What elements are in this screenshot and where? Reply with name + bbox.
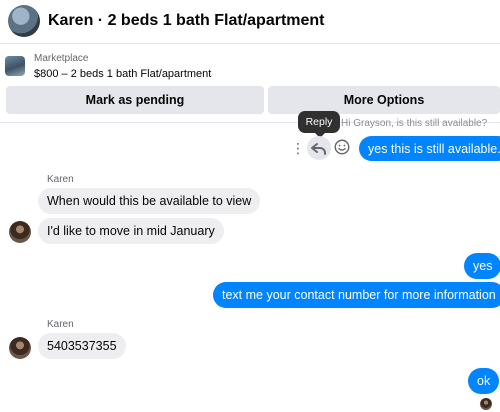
message-bubble-incoming[interactable]: When would this be available to view (38, 188, 261, 214)
listing-category: Marketplace (34, 53, 89, 64)
reply-icon[interactable] (307, 136, 331, 160)
listing-thumbnail[interactable] (5, 56, 25, 76)
message-bubble-outgoing[interactable]: text me your contact number for more inf… (213, 282, 500, 308)
message-bubble-outgoing[interactable]: ok (468, 368, 500, 394)
reply-tooltip: Reply (298, 111, 340, 138)
marketplace-listing[interactable]: Marketplace $800 – 2 beds 1 bath Flat/ap… (0, 48, 500, 86)
contact-avatar-small[interactable] (9, 337, 31, 359)
message-bubble-outgoing[interactable]: yes (464, 253, 500, 279)
chat-header: Karen · 2 beds 1 bath Flat/apartment (0, 0, 500, 44)
more-options-button[interactable]: More Options (268, 86, 500, 114)
sender-name: Karen (47, 319, 74, 330)
listing-title[interactable]: $800 – 2 beds 1 bath Flat/apartment (34, 68, 211, 80)
message-bubble-outgoing[interactable]: yes this is still available. (359, 136, 500, 161)
seen-avatar (480, 398, 492, 410)
listing-actions: Mark as pending More Options (0, 86, 500, 114)
quoted-message: Hi Grayson, is this still available? (341, 118, 488, 129)
mark-as-pending-button[interactable]: Mark as pending (6, 86, 264, 114)
contact-avatar[interactable] (8, 5, 40, 37)
message-bubble-incoming[interactable]: I'd like to move in mid January (38, 218, 224, 244)
sender-name: Karen (47, 174, 74, 185)
chat-title[interactable]: Karen · 2 beds 1 bath Flat/apartment (48, 12, 325, 30)
contact-avatar-small[interactable] (9, 221, 31, 243)
emoji-icon[interactable] (333, 138, 351, 156)
message-bubble-incoming[interactable]: 5403537355 (38, 333, 126, 359)
more-vertical-icon[interactable]: ⋮ (291, 138, 305, 158)
